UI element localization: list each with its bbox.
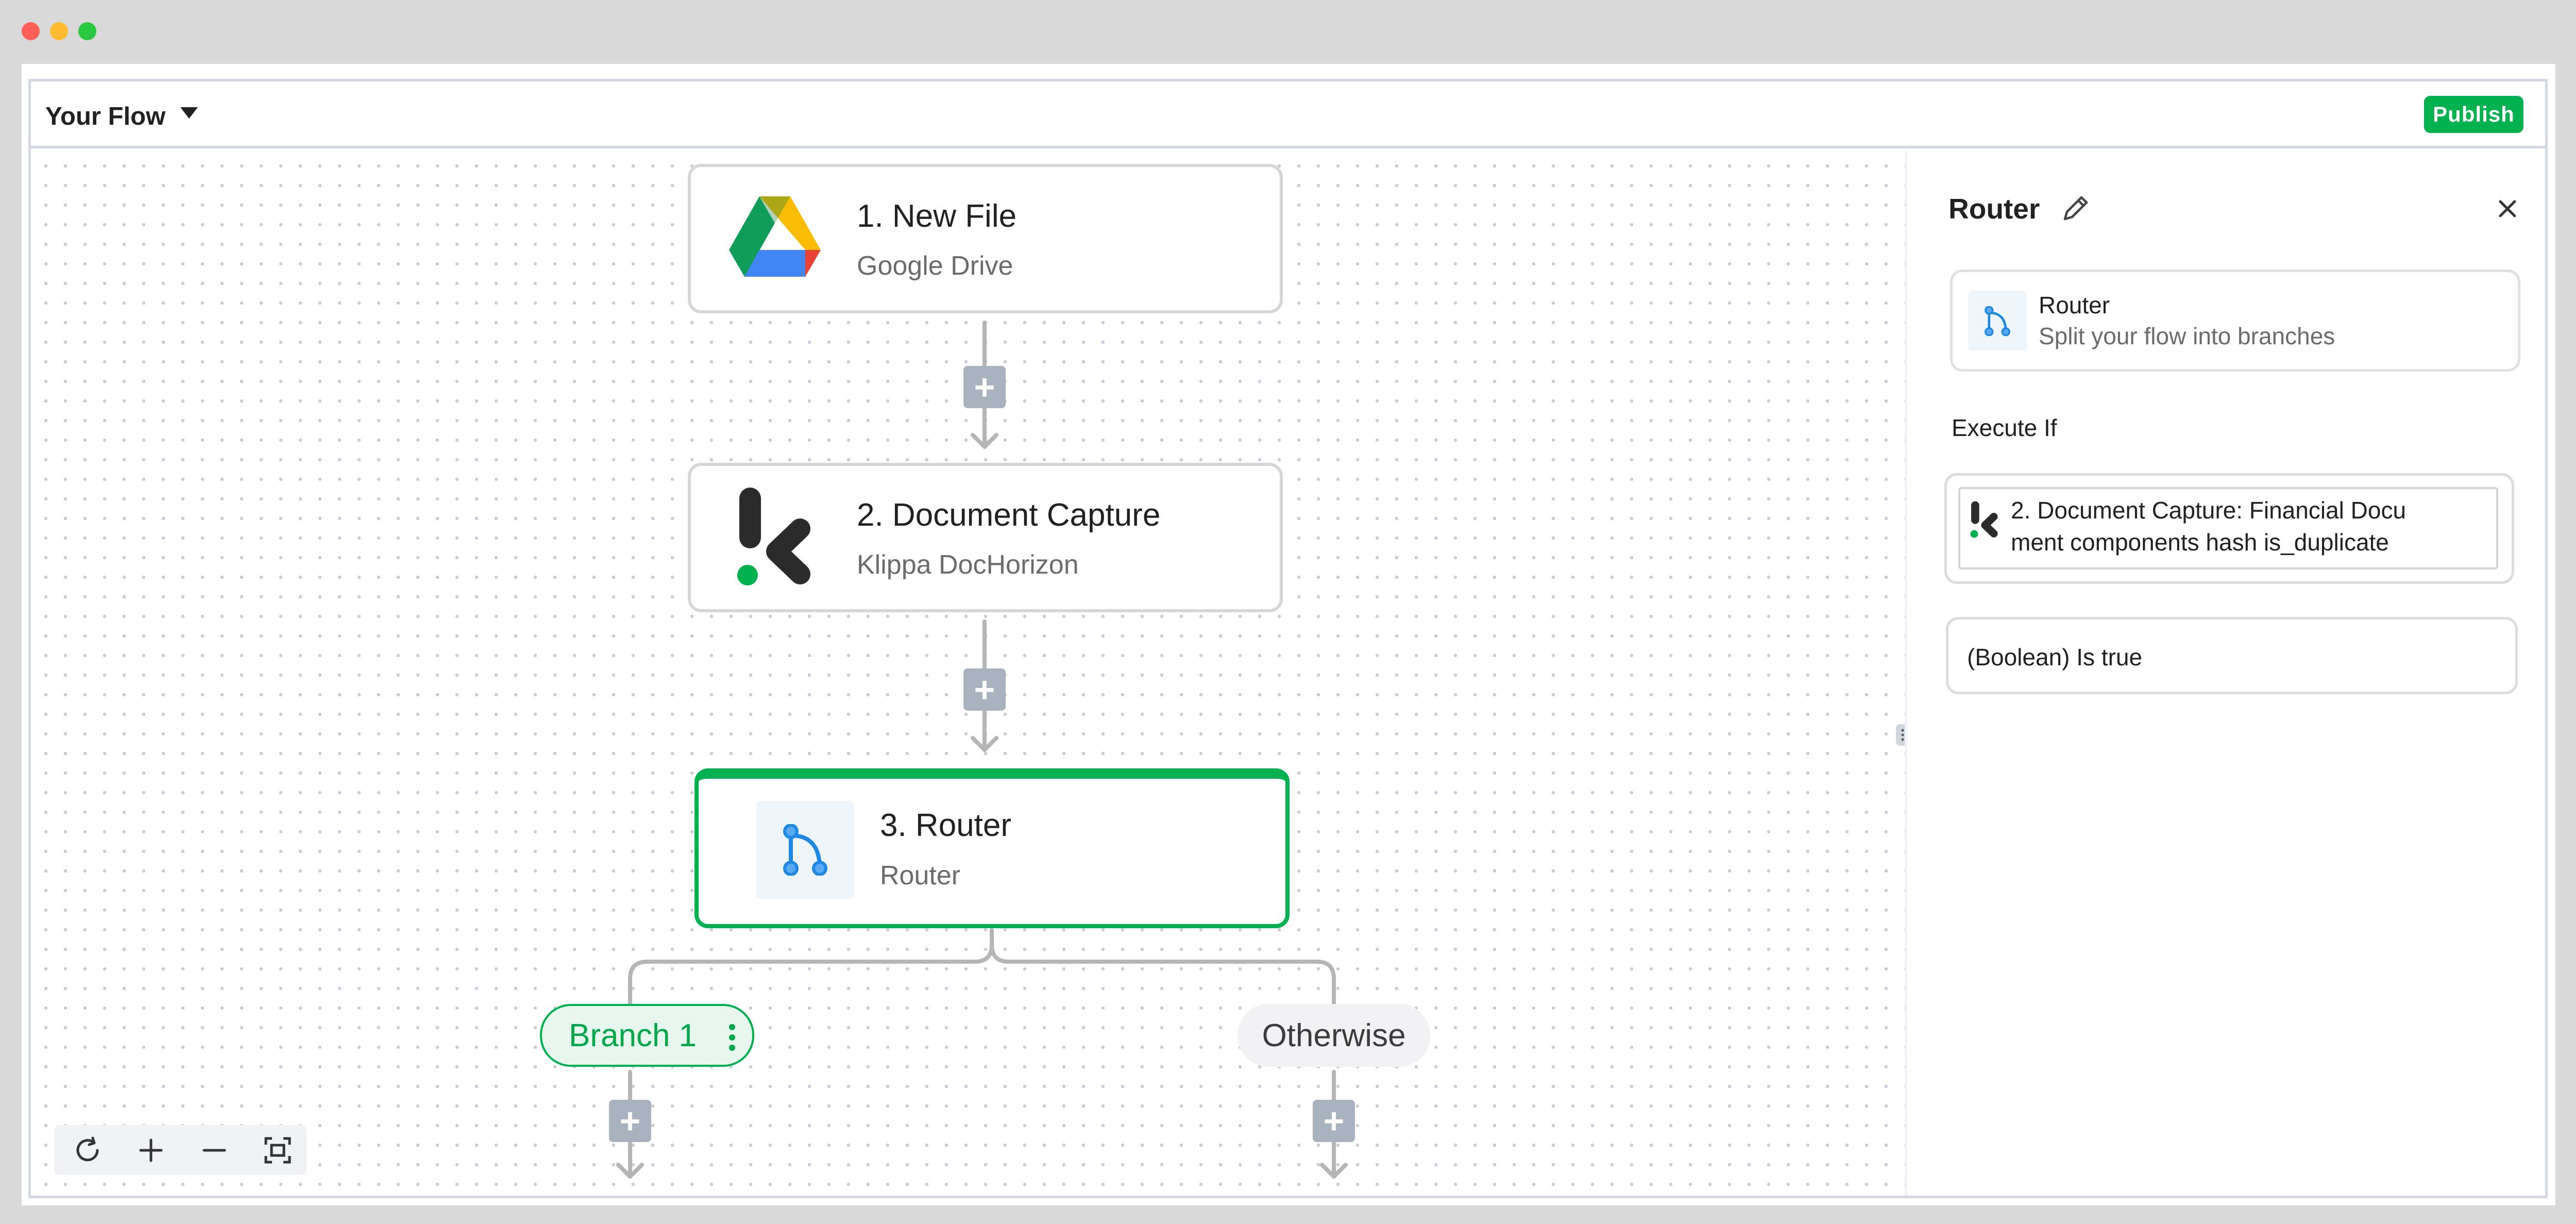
publish-button[interactable]: Publish <box>2424 96 2523 133</box>
fit-screen-icon[interactable] <box>260 1132 296 1168</box>
step-title: 1. New File <box>857 198 1017 234</box>
execute-if-label: Execute If <box>1952 414 2057 441</box>
branch-label: Branch 1 <box>569 1017 697 1053</box>
step-settings-panel: Router Router Split your flow into branc… <box>1905 151 2545 1196</box>
condition-field[interactable]: 2. Document Capture: Financial Docu ment… <box>1958 487 2498 569</box>
router-icon-tile <box>756 801 854 899</box>
branch-label: Otherwise <box>1262 1017 1406 1053</box>
selected-step-card: Router Split your flow into branches <box>1950 270 2520 372</box>
router-icon <box>1985 306 2010 336</box>
condition-field-container: 2. Document Capture: Financial Docu ment… <box>1944 473 2514 584</box>
klippa-icon <box>737 488 810 585</box>
step-card-description: Split your flow into branches <box>2039 323 2335 349</box>
operator-select[interactable]: (Boolean) Is true <box>1946 617 2518 694</box>
add-step-button[interactable]: + <box>963 668 1006 711</box>
window-close-button[interactable] <box>22 22 40 40</box>
google-drive-icon <box>729 196 821 277</box>
condition-text-line-2: ment components hash is_duplicate <box>2011 529 2389 556</box>
zoom-in-icon[interactable] <box>133 1132 169 1168</box>
add-step-button[interactable]: + <box>609 1100 651 1142</box>
more-vertical-icon[interactable] <box>728 1024 736 1051</box>
add-step-button[interactable]: + <box>1313 1100 1355 1142</box>
edit-pencil-icon[interactable] <box>2060 192 2092 224</box>
klippa-icon <box>1970 501 1998 538</box>
condition-text-line-1: 2. Document Capture: Financial Docu <box>2011 497 2406 524</box>
step-card-name: Router <box>2039 292 2110 318</box>
flow-canvas[interactable]: + + + + 1. New File Google Drive 2. Docu… <box>31 151 1905 1196</box>
step-title: 3. Router <box>880 808 1012 843</box>
top-bar: Your Flow Publish <box>31 81 2545 148</box>
router-icon-tile <box>1968 291 2027 350</box>
flow-title[interactable]: Your Flow <box>45 102 165 131</box>
step-subtitle: Router <box>880 861 961 891</box>
refresh-icon[interactable] <box>70 1132 106 1168</box>
flow-step-new-file[interactable]: 1. New File Google Drive <box>688 164 1283 313</box>
close-icon[interactable] <box>2497 198 2518 219</box>
window-maximize-button[interactable] <box>78 22 96 40</box>
flow-step-document-capture[interactable]: 2. Document Capture Klippa DocHorizon <box>688 463 1283 612</box>
step-title: 2. Document Capture <box>857 497 1161 533</box>
flow-step-router[interactable]: 3. Router Router <box>694 768 1290 928</box>
window-minimize-button[interactable] <box>50 22 68 40</box>
panel-title: Router <box>1948 193 2040 225</box>
router-icon <box>783 824 827 876</box>
zoom-out-icon[interactable] <box>196 1132 232 1168</box>
canvas-zoom-controls <box>54 1125 307 1175</box>
branch-pill-otherwise[interactable]: Otherwise <box>1238 1004 1430 1067</box>
branch-pill-branch-1[interactable]: Branch 1 <box>540 1004 754 1067</box>
add-step-button[interactable]: + <box>963 366 1006 408</box>
chevron-down-icon[interactable] <box>180 107 198 119</box>
step-subtitle: Klippa DocHorizon <box>857 550 1079 580</box>
operator-value: (Boolean) Is true <box>1967 644 2143 670</box>
step-subtitle: Google Drive <box>857 251 1013 281</box>
